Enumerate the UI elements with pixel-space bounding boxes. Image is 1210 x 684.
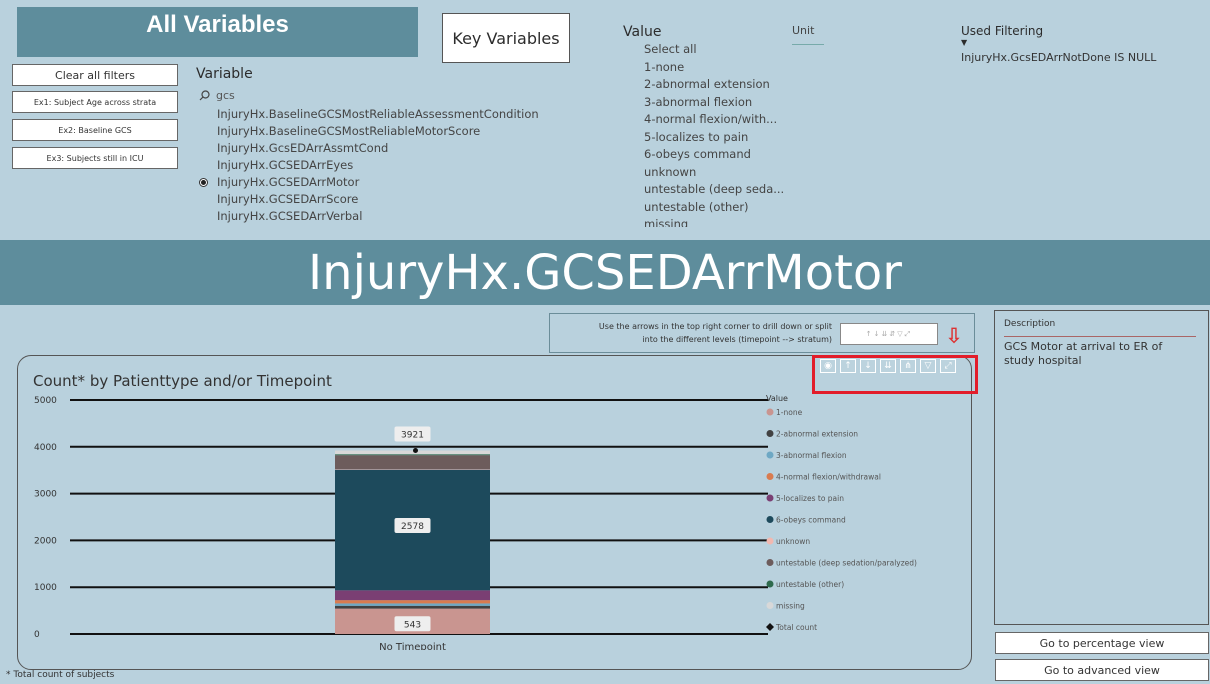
data-label: 2578 <box>401 522 424 532</box>
legend-swatch <box>766 516 774 523</box>
value-item[interactable]: 5-localizes to pain <box>644 130 748 144</box>
legend-item: missing <box>776 602 805 611</box>
legend-item: untestable (other) <box>776 580 844 589</box>
variable-item-selected[interactable]: InjuryHx.GCSEDArrMotor <box>217 175 359 189</box>
all-variables-tab[interactable]: All Variables <box>17 7 418 57</box>
legend-swatch <box>766 408 774 416</box>
bar-segment <box>335 454 490 456</box>
variable-item[interactable]: InjuryHx.GCSEDArrScore <box>217 192 358 206</box>
key-variables-button[interactable]: Key Variables <box>442 13 570 63</box>
value-item[interactable]: unknown <box>644 165 696 179</box>
x-category-label: No Timepoint <box>379 642 446 650</box>
stacked-bar-chart: 0 1000 2000 3000 4000 5000 543 2578 3921 No Timep… <box>34 394 917 650</box>
variable-search[interactable]: gcs <box>199 89 235 102</box>
search-input[interactable]: gcs <box>216 89 235 102</box>
legend-item: 2-abnormal extension <box>776 430 858 439</box>
example1-button[interactable]: Ex1: Subject Age across strata <box>12 91 178 113</box>
variable-banner-title: InjuryHx.GCSEDArrMotor <box>0 240 1210 305</box>
legend-swatch <box>766 559 774 566</box>
bar-segment <box>335 450 490 455</box>
value-item[interactable]: 4-normal flexion/with... <box>644 112 777 126</box>
bar-segment <box>335 600 490 604</box>
advanced-view-button[interactable]: Go to advanced view <box>995 659 1209 681</box>
hint-line-1: Use the arrows in the top right corner t… <box>598 322 832 331</box>
value-item[interactable]: Select all <box>644 42 697 56</box>
variable-item[interactable]: InjuryHx.GCSEDArrEyes <box>217 158 353 172</box>
legend-item: Total count <box>775 623 817 632</box>
legend-swatch <box>766 580 774 588</box>
variable-heading: Variable <box>196 66 253 82</box>
legend-swatch <box>766 602 774 609</box>
legend-swatch <box>766 473 774 480</box>
unit-divider <box>792 44 824 45</box>
description-divider <box>1004 336 1196 337</box>
value-item[interactable]: 2-abnormal extension <box>644 77 770 91</box>
bar-segment <box>335 603 490 606</box>
legend-item: 6-obeys command <box>776 516 846 525</box>
bar-segment <box>335 469 490 470</box>
footnote: * Total count of subjects <box>6 670 115 680</box>
value-item[interactable]: 3-abnormal flexion <box>644 95 752 109</box>
variable-item[interactable]: InjuryHx.GcsEDArrAssmtCond <box>217 141 388 155</box>
legend-item: 4-normal flexion/withdrawal <box>776 473 881 482</box>
y-tick-label: 2000 <box>34 536 57 546</box>
value-item[interactable]: 6-obeys command <box>644 147 751 161</box>
y-tick-label: 0 <box>34 630 40 640</box>
y-tick-label: 5000 <box>34 396 57 406</box>
legend-item: 5-localizes to pain <box>776 494 844 503</box>
total-marker <box>413 447 418 453</box>
down-arrow-icon: ⇩ <box>945 324 963 348</box>
value-item[interactable]: missing <box>644 217 688 227</box>
legend-swatch <box>766 430 774 437</box>
variable-item[interactable]: InjuryHx.BaselineGCSMostReliableAssessme… <box>217 107 539 121</box>
example3-button[interactable]: Ex3: Subjects still in ICU <box>12 147 178 169</box>
variable-selected-radio[interactable] <box>199 178 208 187</box>
legend-swatch <box>766 494 774 502</box>
legend-item: 3-abnormal flexion <box>776 451 847 460</box>
legend-swatch <box>766 537 774 545</box>
variable-item[interactable]: InjuryHx.GCSEDArrVerbal <box>217 209 362 223</box>
toolbar-preview-icon: ↑↓⇊⇵▽⤢ <box>840 323 938 345</box>
data-label: 3921 <box>401 430 424 440</box>
description-text: GCS Motor at arrival to ER of study hosp… <box>1004 340 1163 367</box>
bar-segment <box>335 590 490 601</box>
value-heading: Value <box>623 24 662 40</box>
used-filtering-heading: Used Filtering <box>961 24 1044 38</box>
bar-segment <box>335 455 490 470</box>
value-item[interactable]: 1-none <box>644 60 684 74</box>
description-label: Description <box>1004 319 1056 329</box>
y-tick-label: 4000 <box>34 443 57 453</box>
search-icon <box>199 90 210 101</box>
legend-title: Value <box>766 394 788 403</box>
example2-button[interactable]: Ex2: Baseline GCS <box>12 119 178 141</box>
used-filtering-value: InjuryHx.GcsEDArrNotDone IS NULL <box>961 51 1157 64</box>
data-label: 543 <box>404 620 421 630</box>
unit-heading: Unit <box>792 24 815 37</box>
value-item[interactable]: untestable (deep seda... <box>644 182 784 196</box>
legend-item: untestable (deep sedation/paralyzed) <box>776 559 917 568</box>
legend-swatch-total <box>766 623 774 631</box>
legend-item: 1-none <box>776 408 803 417</box>
dropdown-arrow-icon[interactable]: ▼ <box>961 38 967 47</box>
hint-text: Use the arrows in the top right corner t… <box>556 320 832 346</box>
percentage-view-button[interactable]: Go to percentage view <box>995 632 1209 654</box>
clear-filters-button[interactable]: Clear all filters <box>12 64 178 86</box>
value-item[interactable]: untestable (other) <box>644 200 749 214</box>
legend-item: unknown <box>776 537 810 546</box>
variable-item[interactable]: InjuryHx.BaselineGCSMostReliableMotorSco… <box>217 124 480 138</box>
y-tick-label: 1000 <box>34 583 57 593</box>
legend-swatch <box>766 451 774 459</box>
hint-line-2: into the different levels (timepoint -->… <box>642 335 832 344</box>
y-tick-label: 3000 <box>34 490 57 500</box>
bar-segment <box>335 605 490 609</box>
